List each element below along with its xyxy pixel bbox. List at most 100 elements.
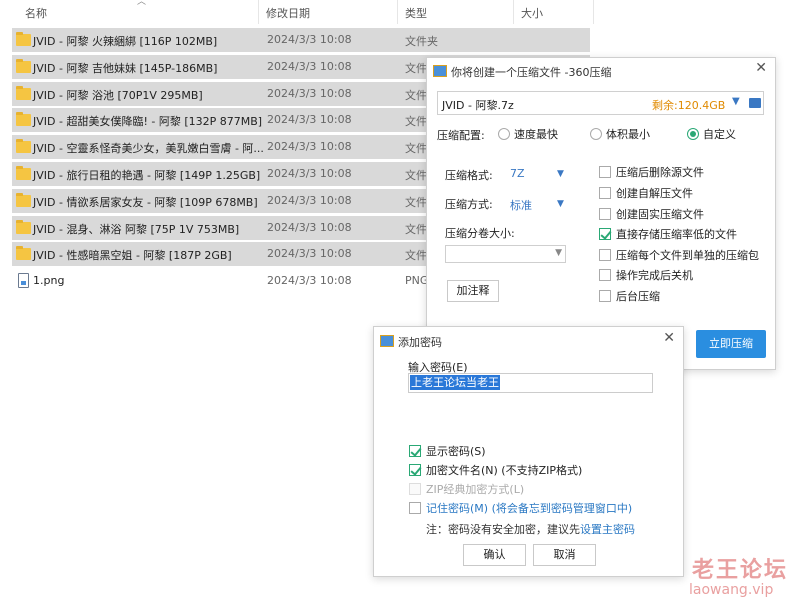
- archive-filename-field[interactable]: JVID - 阿黎.7z 剩余:120.4GB ▼: [437, 91, 764, 115]
- method-label: 压缩方式:: [445, 198, 493, 211]
- file-date: 2024/3/3 10:08: [267, 221, 352, 234]
- file-type: 文件夹: [405, 35, 438, 48]
- file-name: JVID - 混身、淋浴 阿黎 [75P 1V 753MB]: [33, 223, 240, 236]
- file-name: JVID - 旅行日租的艳遇 - 阿黎 [149P 1.25GB]: [33, 169, 261, 182]
- file-type: PNG: [405, 274, 429, 287]
- folder-icon: [16, 193, 31, 207]
- checkbox-icon: [599, 187, 611, 199]
- preset-fastest-radio[interactable]: 速度最快: [498, 126, 558, 142]
- compress-now-button[interactable]: 立即压缩: [696, 330, 766, 358]
- file-date: 2024/3/3 10:08: [267, 274, 352, 287]
- password-input[interactable]: 上老王论坛当老王: [408, 373, 653, 393]
- watermark-text: 老王论坛: [692, 558, 789, 583]
- config-label: 压缩配置:: [437, 129, 485, 142]
- column-separator[interactable]: [397, 0, 398, 24]
- option-delete-source[interactable]: 压缩后删除源文件: [599, 164, 704, 180]
- folder-icon: [16, 32, 31, 46]
- file-date: 2024/3/3 10:08: [267, 140, 352, 153]
- set-master-password-link[interactable]: 设置主密码: [580, 523, 635, 536]
- option-self-extracting[interactable]: 创建自解压文件: [599, 185, 693, 201]
- dialog-title: 你将创建一个压缩文件 -360压缩: [451, 66, 612, 79]
- file-type: 文件: [405, 169, 427, 182]
- checkbox-label: 记住密码(M) (将会备忘到密码管理窗口中): [426, 502, 633, 515]
- radio-label: 自定义: [703, 128, 736, 141]
- option-store-low-ratio[interactable]: 直接存储压缩率低的文件: [599, 226, 737, 242]
- volume-label: 压缩分卷大小:: [445, 227, 515, 240]
- format-select[interactable]: 7Z: [510, 167, 525, 180]
- checkbox-icon: [599, 208, 611, 220]
- show-password-checkbox[interactable]: 显示密码(S): [409, 443, 486, 459]
- remember-password-checkbox[interactable]: 记住密码(M) (将会备忘到密码管理窗口中): [409, 500, 632, 516]
- add-comment-button[interactable]: 加注释: [447, 280, 499, 302]
- chevron-down-icon[interactable]: ▼: [732, 96, 740, 107]
- volume-size-select[interactable]: ▼: [445, 245, 566, 263]
- note-text: 注：密码没有安全加密，建议先: [426, 523, 580, 536]
- folder-icon: [16, 220, 31, 234]
- folder-browse-icon[interactable]: [749, 98, 761, 108]
- file-date: 2024/3/3 10:08: [267, 60, 352, 73]
- file-name: JVID - 阿黎 火辣綑綁 [116P 102MB]: [33, 35, 218, 48]
- preset-custom-radio[interactable]: 自定义: [687, 126, 736, 142]
- cancel-button[interactable]: 取消: [533, 544, 596, 566]
- format-label: 压缩格式:: [445, 169, 493, 182]
- watermark-url: laowang.vip: [689, 582, 774, 598]
- checkbox-label: 压缩后删除源文件: [616, 166, 704, 179]
- checkbox-label: 直接存储压缩率低的文件: [616, 228, 737, 241]
- ok-button[interactable]: 确认: [463, 544, 526, 566]
- checkbox-checked-icon: [599, 228, 611, 240]
- option-shutdown[interactable]: 操作完成后关机: [599, 267, 693, 283]
- folder-icon: [16, 166, 31, 180]
- column-size[interactable]: 大小: [521, 5, 543, 21]
- method-select[interactable]: 标准: [510, 197, 532, 213]
- column-separator[interactable]: [258, 0, 259, 24]
- column-type[interactable]: 类型: [405, 5, 427, 21]
- checkbox-label: 压缩每个文件到单独的压缩包: [616, 249, 759, 262]
- chevron-down-icon[interactable]: ▼: [557, 169, 564, 179]
- file-date: 2024/3/3 10:08: [267, 194, 352, 207]
- checkbox-label: 创建固实压缩文件: [616, 208, 704, 221]
- column-separator[interactable]: [593, 0, 594, 24]
- security-note: 注：密码没有安全加密，建议先设置主密码: [426, 521, 635, 537]
- file-row[interactable]: JVID - 阿黎 火辣綑綁 [116P 102MB] 2024/3/3 10:…: [12, 28, 590, 52]
- password-value: 上老王论坛当老王: [410, 375, 500, 390]
- folder-icon: [16, 59, 31, 73]
- chevron-down-icon: ▼: [555, 248, 562, 258]
- column-date[interactable]: 修改日期: [266, 5, 310, 21]
- archive-app-icon: [433, 65, 447, 77]
- file-name: JVID - 阿黎 浴池 [70P1V 295MB]: [33, 89, 203, 102]
- checkbox-label: 显示密码(S): [426, 445, 486, 458]
- folder-icon: [16, 139, 31, 153]
- file-type: 文件: [405, 223, 427, 236]
- png-file-icon: [18, 273, 29, 288]
- close-icon[interactable]: ✕: [755, 60, 767, 76]
- column-separator[interactable]: [513, 0, 514, 24]
- file-date: 2024/3/3 10:08: [267, 113, 352, 126]
- option-background[interactable]: 后台压缩: [599, 288, 660, 304]
- file-date: 2024/3/3 10:08: [267, 167, 352, 180]
- option-separate-archives[interactable]: 压缩每个文件到单独的压缩包: [599, 247, 759, 263]
- file-name: JVID - 情欲系居家女友 - 阿黎 [109P 678MB]: [33, 196, 258, 209]
- preset-smallest-radio[interactable]: 体积最小: [590, 126, 650, 142]
- radio-label: 速度最快: [514, 128, 558, 141]
- encrypt-filenames-checkbox[interactable]: 加密文件名(N) (不支持ZIP格式): [409, 462, 582, 478]
- zip-classic-checkbox: ZIP经典加密方式(L): [409, 481, 524, 497]
- column-name[interactable]: 名称: [25, 5, 47, 21]
- file-date: 2024/3/3 10:08: [267, 247, 352, 260]
- checkbox-label: 操作完成后关机: [616, 269, 693, 282]
- option-solid-archive[interactable]: 创建固实压缩文件: [599, 206, 704, 222]
- password-dialog: 添加密码 ✕ 输入密码(E) 上老王论坛当老王 显示密码(S) 加密文件名(N)…: [373, 326, 684, 577]
- checkbox-icon: [599, 269, 611, 281]
- compress-dialog: 你将创建一个压缩文件 -360压缩 ✕ JVID - 阿黎.7z 剩余:120.…: [426, 57, 776, 370]
- folder-icon: [16, 246, 31, 260]
- chevron-down-icon[interactable]: ▼: [557, 199, 564, 209]
- checkbox-label: 加密文件名(N) (不支持ZIP格式): [426, 464, 583, 477]
- file-name: JVID - 空靈系怪奇美少女，美乳嫩白雪膚 - 阿...: [33, 142, 264, 155]
- file-type: 文件: [405, 142, 427, 155]
- dialog-title: 添加密码: [398, 336, 442, 349]
- file-name: JVID - 超甜美女僕降臨! - 阿黎 [132P 877MB]: [33, 115, 263, 128]
- radio-icon: [498, 128, 510, 140]
- checkbox-label: 后台压缩: [616, 290, 660, 303]
- column-header: 名称 ︿ 修改日期 类型 大小: [0, 0, 600, 24]
- close-icon[interactable]: ✕: [663, 330, 675, 346]
- free-space: 剩余:120.4GB: [652, 99, 726, 112]
